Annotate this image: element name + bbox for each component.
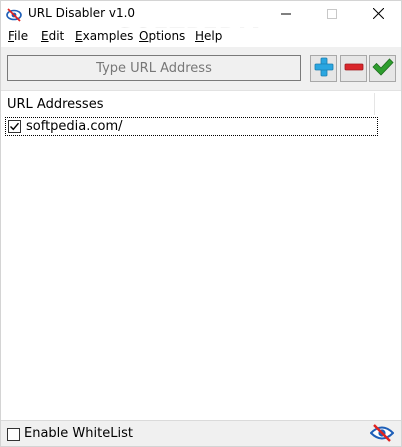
menu-edit-key: E — [41, 29, 49, 43]
minus-icon — [344, 57, 364, 80]
title-bar[interactable]: URL Disabler v1.0 — [1, 1, 401, 28]
add-url-button[interactable] — [310, 55, 337, 82]
menu-bar: File Edit Examples Options Help — [1, 28, 401, 47]
column-separator[interactable] — [374, 93, 375, 115]
status-button[interactable] — [369, 423, 395, 445]
menu-edit-label: dit — [48, 29, 65, 43]
column-header-url-addresses[interactable]: URL Addresses — [7, 97, 103, 112]
close-button[interactable] — [355, 1, 401, 28]
whitelist-label[interactable]: Enable WhiteList — [24, 426, 133, 441]
menu-help-key: H — [195, 29, 205, 43]
remove-url-button[interactable] — [340, 55, 367, 82]
menu-options-label: ptions — [148, 29, 186, 43]
maximize-button[interactable] — [309, 1, 355, 28]
bottom-bar: Enable WhiteList — [1, 420, 401, 446]
row-checkbox[interactable] — [8, 120, 21, 133]
maximize-icon — [327, 8, 337, 22]
app-eye-icon — [6, 7, 22, 23]
app-window: URL Disabler v1.0 SOFTPEDIA File Edit Ex… — [0, 0, 402, 447]
apply-button[interactable] — [369, 55, 396, 82]
menu-examples-key: E — [75, 29, 83, 43]
menu-help[interactable]: Help — [195, 29, 222, 43]
menu-help-label: elp — [204, 29, 223, 43]
close-icon — [372, 7, 384, 22]
menu-file[interactable]: File — [8, 29, 28, 43]
minimize-icon — [281, 8, 291, 22]
url-list[interactable]: URL Addresses softpedia.com/ — [1, 90, 401, 420]
menu-examples-label: xamples — [82, 29, 134, 43]
menu-options[interactable]: Options — [139, 29, 185, 43]
whitelist-checkbox[interactable] — [7, 428, 20, 441]
eye-crossed-icon — [369, 423, 395, 446]
row-url: softpedia.com/ — [26, 119, 123, 134]
list-item[interactable]: softpedia.com/ — [5, 117, 378, 136]
menu-examples[interactable]: Examples — [75, 29, 133, 43]
toolbar — [1, 47, 401, 90]
menu-file-label: ile — [14, 29, 29, 43]
checkmark-icon — [371, 57, 394, 80]
plus-icon — [314, 57, 334, 80]
url-input[interactable] — [7, 55, 301, 81]
window-title: URL Disabler v1.0 — [28, 6, 136, 20]
minimize-button[interactable] — [263, 1, 309, 28]
menu-edit[interactable]: Edit — [41, 29, 64, 43]
